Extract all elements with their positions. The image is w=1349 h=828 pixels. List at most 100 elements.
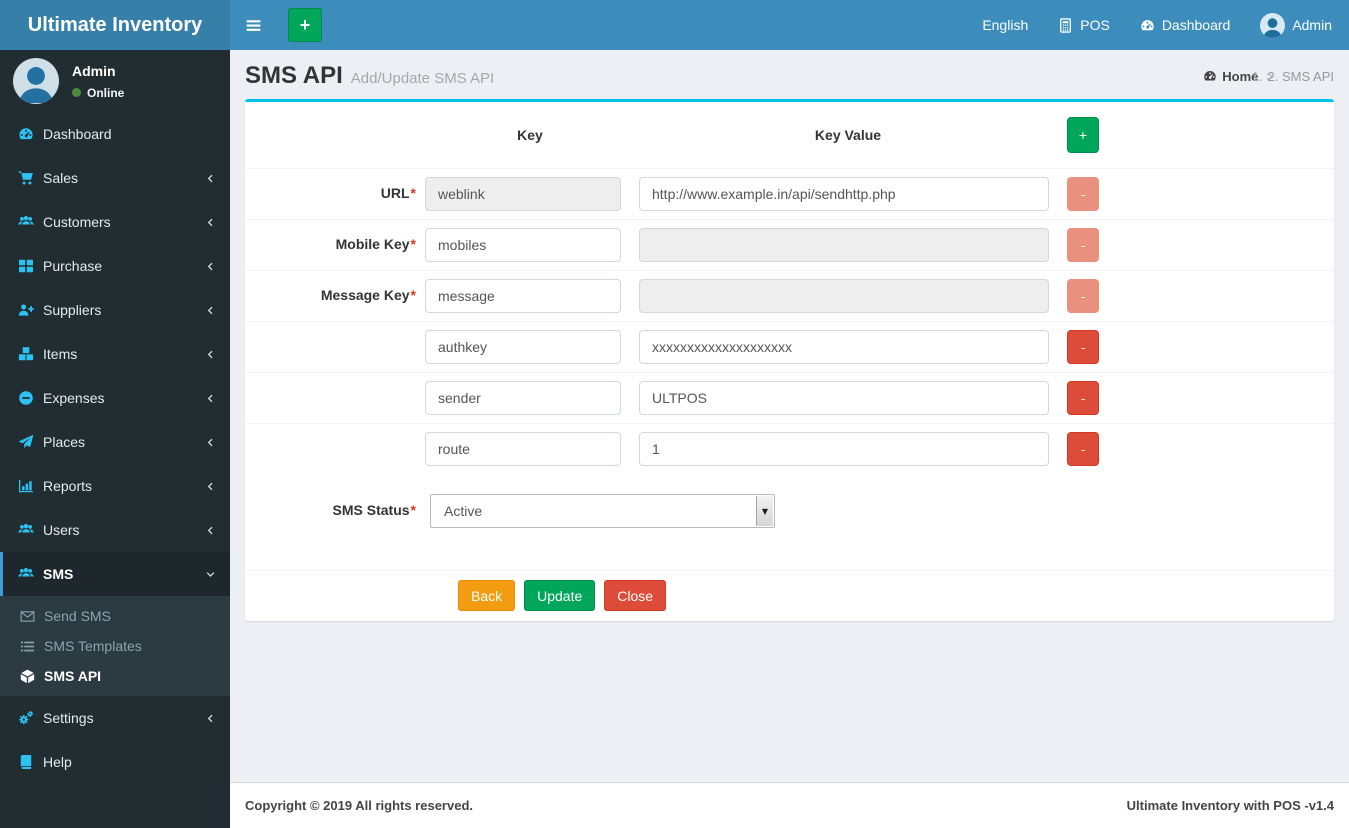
users-icon [18, 566, 34, 582]
app-logo[interactable]: Ultimate Inventory [0, 0, 230, 50]
nav-user-label: Admin [1292, 17, 1332, 33]
users-icon [18, 214, 34, 230]
key-input-mobiles[interactable] [425, 228, 621, 262]
key-input-weblink [425, 177, 621, 211]
main-footer: Copyright © 2019 All rights reserved. Ul… [230, 782, 1349, 828]
row-label [245, 372, 423, 424]
gauge-icon [18, 126, 34, 142]
form-header-row: Key Key Value + [245, 102, 1334, 169]
sms-status-label: SMS Status* [332, 502, 416, 518]
online-indicator [72, 88, 81, 97]
paper-plane-icon [18, 434, 34, 450]
main-header: Ultimate Inventory + English POS Dashboa… [0, 0, 1349, 50]
home-icon [1203, 69, 1217, 83]
value-input-authkey[interactable] [639, 330, 1049, 364]
box3d-icon [20, 669, 35, 684]
chevron-left-icon [205, 713, 216, 724]
sms-status-select[interactable]: Active ▼ [430, 494, 775, 528]
close-button[interactable]: Close [604, 580, 667, 611]
sidebar-item-reports[interactable]: Reports [0, 464, 230, 508]
cart-icon [18, 170, 34, 186]
remove-row-button: - [1067, 177, 1099, 211]
sidebar-item-help[interactable]: Help [0, 740, 230, 784]
row-label [245, 321, 423, 373]
envelope-icon [20, 609, 35, 624]
form-row-route: - [245, 423, 1334, 474]
nav-dashboard-label: Dashboard [1161, 17, 1231, 33]
hamburger-icon [244, 17, 263, 34]
key-input-authkey[interactable] [425, 330, 621, 364]
cubes-icon [18, 346, 34, 362]
chevron-down-icon [205, 569, 216, 580]
sidebar-item-sales[interactable]: Sales [0, 156, 230, 200]
sidebar-item-users[interactable]: Users [0, 508, 230, 552]
content-wrapper: SMS APIAdd/Update SMS API Home > SMS API… [230, 50, 1349, 828]
sidebar-item-places[interactable]: Places [0, 420, 230, 464]
chevron-left-icon [205, 525, 216, 536]
value-input-weblink[interactable] [639, 177, 1049, 211]
breadcrumb-home[interactable]: Home [1203, 69, 1258, 84]
user-status: Online [72, 86, 124, 100]
page-title: SMS API Add/Update SMS API [245, 62, 495, 89]
sidebar-subitem-sms-templates[interactable]: SMS Templates [0, 631, 230, 661]
remove-row-button: - [1067, 279, 1099, 313]
sidebar-item-suppliers[interactable]: Suppliers [0, 288, 230, 332]
form-row-message: Message Key* - [245, 270, 1334, 322]
minus-circle-icon [18, 390, 34, 406]
remove-row-button: - [1067, 228, 1099, 262]
app-title: Ultimate Inventory [27, 13, 203, 36]
form-row-mobiles: Mobile Key* - [245, 219, 1334, 271]
grid-icon [18, 258, 34, 274]
required-marker: * [410, 287, 416, 303]
sidebar-item-items[interactable]: Items [0, 332, 230, 376]
chevron-left-icon [205, 349, 216, 360]
key-input-sender[interactable] [425, 381, 621, 415]
value-input-message [639, 279, 1049, 313]
sidebar-subitem-send-sms[interactable]: Send SMS [0, 601, 230, 631]
chevron-left-icon [205, 481, 216, 492]
add-row-button[interactable]: + [1067, 117, 1099, 153]
quick-add-button[interactable]: + [288, 8, 322, 42]
online-label: Online [87, 85, 125, 100]
row-label: Message Key* [245, 270, 423, 322]
sidebar-toggle-button[interactable] [230, 0, 276, 50]
user-plus-icon [18, 302, 34, 318]
sidebar-menu: Dashboard Sales Customers Purchase Suppliers… [0, 112, 230, 784]
nav-language[interactable]: English [967, 0, 1043, 50]
nav-user[interactable]: Admin [1245, 0, 1347, 50]
sidebar-subitem-sms-api[interactable]: SMS API [0, 661, 230, 691]
form-actions: Back Update Close [245, 570, 1334, 621]
user-name: Admin [72, 62, 116, 79]
update-button[interactable]: Update [524, 580, 596, 611]
sidebar-item-purchase[interactable]: Purchase [0, 244, 230, 288]
nav-pos[interactable]: POS [1043, 0, 1125, 50]
sidebar-item-settings[interactable]: Settings [0, 696, 230, 740]
sms-status-row: SMS Status* Active ▼ [245, 474, 1334, 570]
sidebar-item-customers[interactable]: Customers [0, 200, 230, 244]
chevron-left-icon [205, 173, 216, 184]
chevron-left-icon [205, 217, 216, 228]
required-marker: * [410, 185, 416, 201]
chevron-left-icon [205, 305, 216, 316]
value-input-route[interactable] [639, 432, 1049, 466]
sidebar-item-expenses[interactable]: Expenses [0, 376, 230, 420]
remove-row-button[interactable]: - [1067, 381, 1099, 415]
nav-pos-label: POS [1080, 17, 1110, 33]
sidebar-item-dashboard[interactable]: Dashboard [0, 112, 230, 156]
back-button[interactable]: Back [458, 580, 516, 611]
remove-row-button[interactable]: - [1067, 432, 1099, 466]
sms-api-form-box: Key Key Value + URL*-Mobile Key*-Message… [245, 99, 1334, 621]
bar-chart-icon [18, 478, 34, 494]
value-input-sender[interactable] [639, 381, 1049, 415]
value-input-mobiles [639, 228, 1049, 262]
key-input-message[interactable] [425, 279, 621, 313]
chevron-left-icon [205, 437, 216, 448]
nav-dashboard[interactable]: Dashboard [1125, 0, 1246, 50]
page-subtitle: Add/Update SMS API [350, 70, 495, 87]
key-input-route[interactable] [425, 432, 621, 466]
top-navbar: + English POS Dashboard Admin [230, 0, 1349, 50]
remove-row-button[interactable]: - [1067, 330, 1099, 364]
sidebar-item-sms[interactable]: SMS [0, 552, 230, 596]
sidebar: Admin Online Dashboard Sales Customers Purc… [0, 50, 230, 828]
avatar [13, 58, 59, 104]
